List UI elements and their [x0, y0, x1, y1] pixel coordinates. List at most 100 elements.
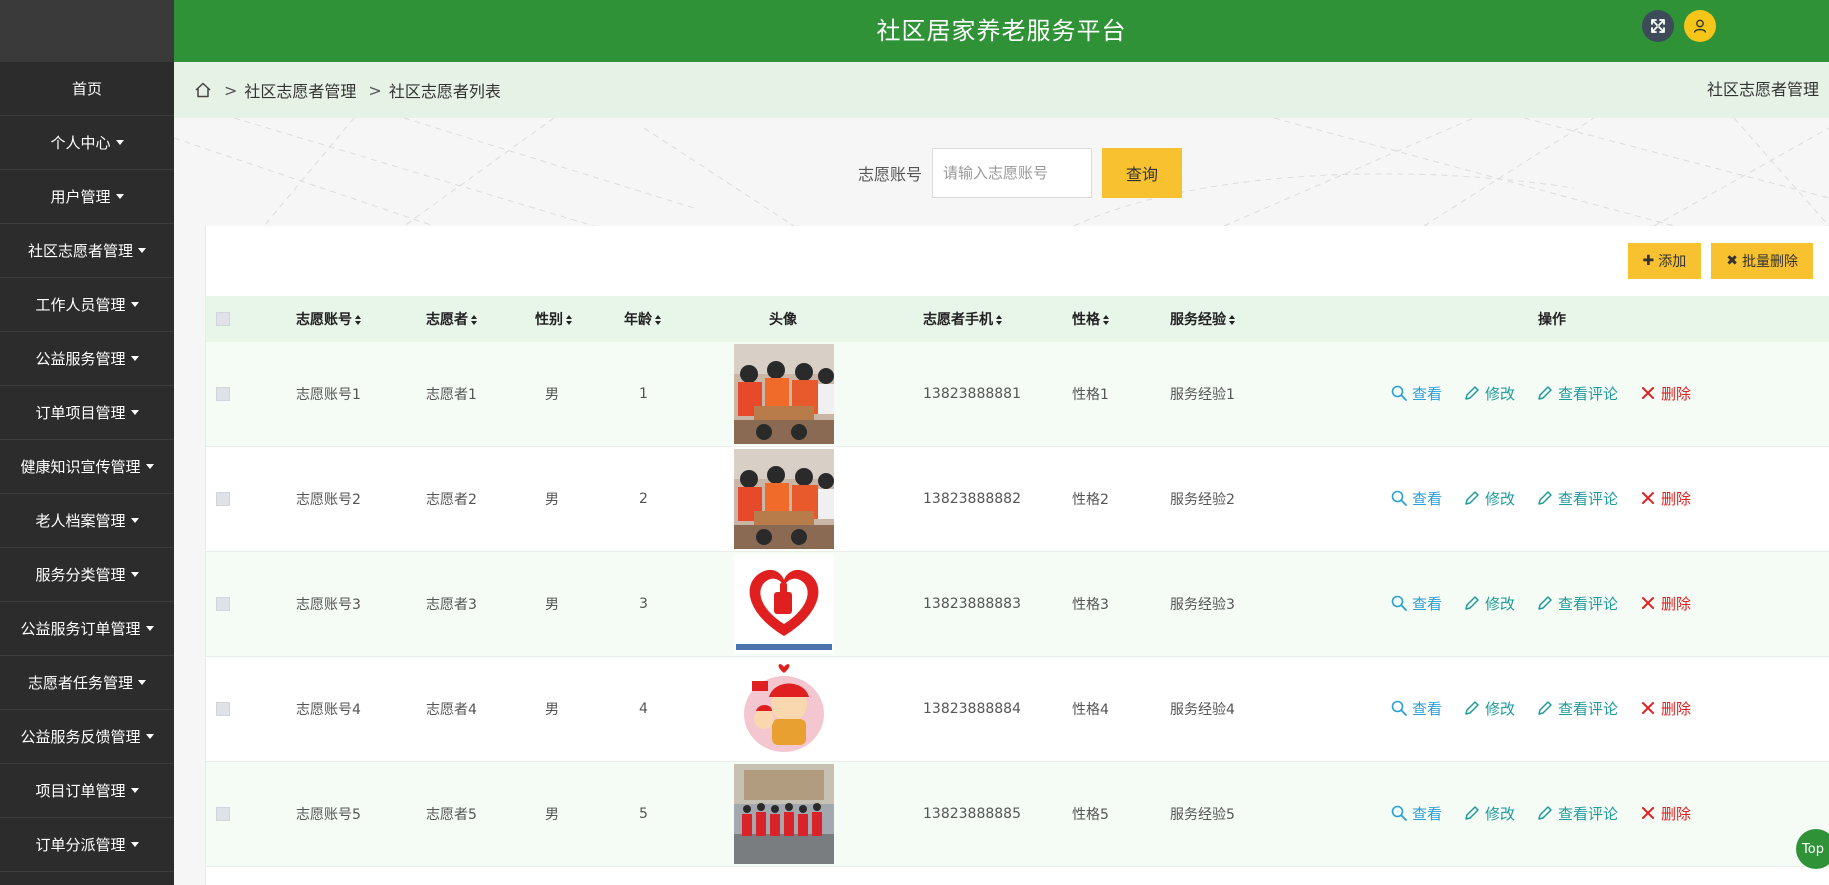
review-label: 查看评论	[1558, 384, 1619, 403]
delete-button[interactable]: 删除	[1640, 803, 1691, 824]
cell-account: 志愿账号4	[296, 702, 361, 718]
review-button[interactable]: 查看评论	[1537, 488, 1618, 509]
cell-gender: 男	[545, 597, 559, 613]
sidebar-item-12[interactable]: 公益服务反馈管理	[0, 710, 174, 764]
row-checkbox[interactable]	[216, 492, 230, 506]
avatar[interactable]	[734, 554, 834, 654]
view-button[interactable]: 查看	[1391, 383, 1442, 404]
caret-down-icon	[115, 140, 124, 145]
sidebar-item-14[interactable]: 订单分派管理	[0, 818, 174, 872]
avatar[interactable]	[734, 764, 834, 864]
delete-button[interactable]: 删除	[1640, 383, 1691, 404]
add-button[interactable]: ✚ 添加	[1627, 243, 1702, 279]
sidebar-item-label: 订单项目管理	[35, 404, 126, 422]
search-icon	[1391, 490, 1407, 507]
breadcrumb-separator: >	[224, 80, 238, 100]
caret-down-icon	[130, 788, 139, 793]
close-icon	[1642, 597, 1655, 610]
cell-account: 志愿账号1	[296, 387, 361, 403]
batch-delete-button[interactable]: ✖ 批量删除	[1711, 243, 1813, 279]
edit-button[interactable]: 修改	[1464, 698, 1515, 719]
column-header-account[interactable]: 志愿账号	[296, 309, 362, 329]
row-checkbox[interactable]	[216, 597, 230, 611]
sidebar-item-1[interactable]: 个人中心	[0, 116, 174, 170]
sort-icon	[655, 315, 661, 325]
sidebar-item-11[interactable]: 志愿者任务管理	[0, 656, 174, 710]
edit-label: 修改	[1485, 489, 1516, 508]
row-checkbox[interactable]	[216, 807, 230, 821]
page-title: 社区志愿者管理	[1706, 80, 1819, 99]
cell-age: 5	[639, 806, 648, 822]
avatar[interactable]	[734, 449, 834, 549]
cell-experience: 服务经验5	[1170, 807, 1235, 823]
row-checkbox[interactable]	[216, 702, 230, 716]
cell-name: 志愿者1	[426, 387, 477, 403]
pencil-icon	[1465, 386, 1479, 400]
cell-account: 志愿账号5	[296, 807, 361, 823]
column-header-phone[interactable]: 志愿者手机	[923, 309, 1003, 329]
review-button[interactable]: 查看评论	[1537, 383, 1618, 404]
view-button[interactable]: 查看	[1391, 698, 1442, 719]
sidebar-item-4[interactable]: 工作人员管理	[0, 278, 174, 332]
edit-button[interactable]: 修改	[1464, 488, 1515, 509]
add-button-label: 添加	[1658, 254, 1687, 270]
sidebar-item-label: 首页	[71, 80, 102, 98]
search-panel: 志愿账号 查询	[174, 118, 1829, 226]
column-header-personality[interactable]: 性格	[1072, 309, 1110, 329]
account-search-input[interactable]	[932, 148, 1093, 198]
row-checkbox[interactable]	[216, 387, 230, 401]
sidebar-item-7[interactable]: 健康知识宣传管理	[0, 440, 174, 494]
view-button[interactable]: 查看	[1391, 593, 1442, 614]
cell-account: 志愿账号3	[296, 597, 361, 613]
delete-button[interactable]: 删除	[1640, 593, 1691, 614]
table-row: 志愿账号3 志愿者3 男 3 13823888883 性格3 服务经验3 查看 修改 查看评论 删除	[206, 552, 1829, 657]
review-button[interactable]: 查看评论	[1537, 698, 1618, 719]
view-label: 查看	[1412, 804, 1443, 823]
edit-button[interactable]: 修改	[1464, 803, 1515, 824]
caret-down-icon	[115, 194, 124, 199]
delete-label: 删除	[1661, 594, 1692, 613]
sort-icon	[355, 315, 361, 325]
breadcrumb-item-volunteer-management[interactable]: 社区志愿者管理	[244, 78, 356, 102]
sidebar-item-3[interactable]: 社区志愿者管理	[0, 224, 174, 278]
avatar[interactable]	[734, 344, 834, 444]
sidebar-item-5[interactable]: 公益服务管理	[0, 332, 174, 386]
sidebar-item-13[interactable]: 项目订单管理	[0, 764, 174, 818]
select-all-checkbox[interactable]	[216, 312, 230, 326]
pencil-icon	[1465, 596, 1479, 610]
search-button[interactable]: 查询	[1102, 148, 1183, 198]
edit-button[interactable]: 修改	[1464, 383, 1515, 404]
fullscreen-button[interactable]	[1642, 10, 1674, 42]
review-button[interactable]: 查看评论	[1537, 593, 1618, 614]
sidebar-item-2[interactable]: 用户管理	[0, 170, 174, 224]
cell-phone: 13823888884	[923, 701, 1021, 717]
delete-button[interactable]: 删除	[1640, 488, 1691, 509]
row-actions: 查看 修改 查看评论 删除	[1391, 593, 1713, 616]
delete-label: 删除	[1661, 384, 1692, 403]
column-header-age[interactable]: 年龄	[624, 309, 662, 329]
delete-button[interactable]: 删除	[1640, 698, 1691, 719]
sidebar-logo-area	[0, 0, 174, 62]
column-header-gender[interactable]: 性别	[535, 309, 573, 329]
table-row: 志愿账号4 志愿者4 男 4 13823888884 性格4 服务经验4 查看 修改 查看评论 删除	[206, 657, 1829, 762]
view-button[interactable]: 查看	[1391, 803, 1442, 824]
sidebar-item-8[interactable]: 老人档案管理	[0, 494, 174, 548]
column-header-name[interactable]: 志愿者	[426, 309, 478, 329]
column-header-experience[interactable]: 服务经验	[1170, 309, 1236, 329]
sidebar-item-6[interactable]: 订单项目管理	[0, 386, 174, 440]
sidebar-item-0[interactable]: 首页	[0, 62, 174, 116]
table-toolbar: ✚ 添加 ✖ 批量删除	[1618, 243, 1813, 279]
caret-down-icon	[130, 410, 139, 415]
back-to-top-button[interactable]: Top	[1796, 829, 1829, 869]
view-button[interactable]: 查看	[1391, 488, 1442, 509]
breadcrumb: > 社区志愿者管理 > 社区志愿者列表 社区志愿者管理	[174, 62, 1829, 118]
user-menu-button[interactable]	[1684, 10, 1716, 42]
sidebar-item-label: 公益服务管理	[35, 350, 126, 368]
breadcrumb-home[interactable]	[194, 81, 212, 99]
cell-personality: 性格4	[1072, 702, 1109, 718]
review-button[interactable]: 查看评论	[1537, 803, 1618, 824]
sidebar-item-10[interactable]: 公益服务订单管理	[0, 602, 174, 656]
edit-button[interactable]: 修改	[1464, 593, 1515, 614]
sidebar-item-9[interactable]: 服务分类管理	[0, 548, 174, 602]
avatar[interactable]	[734, 659, 834, 759]
